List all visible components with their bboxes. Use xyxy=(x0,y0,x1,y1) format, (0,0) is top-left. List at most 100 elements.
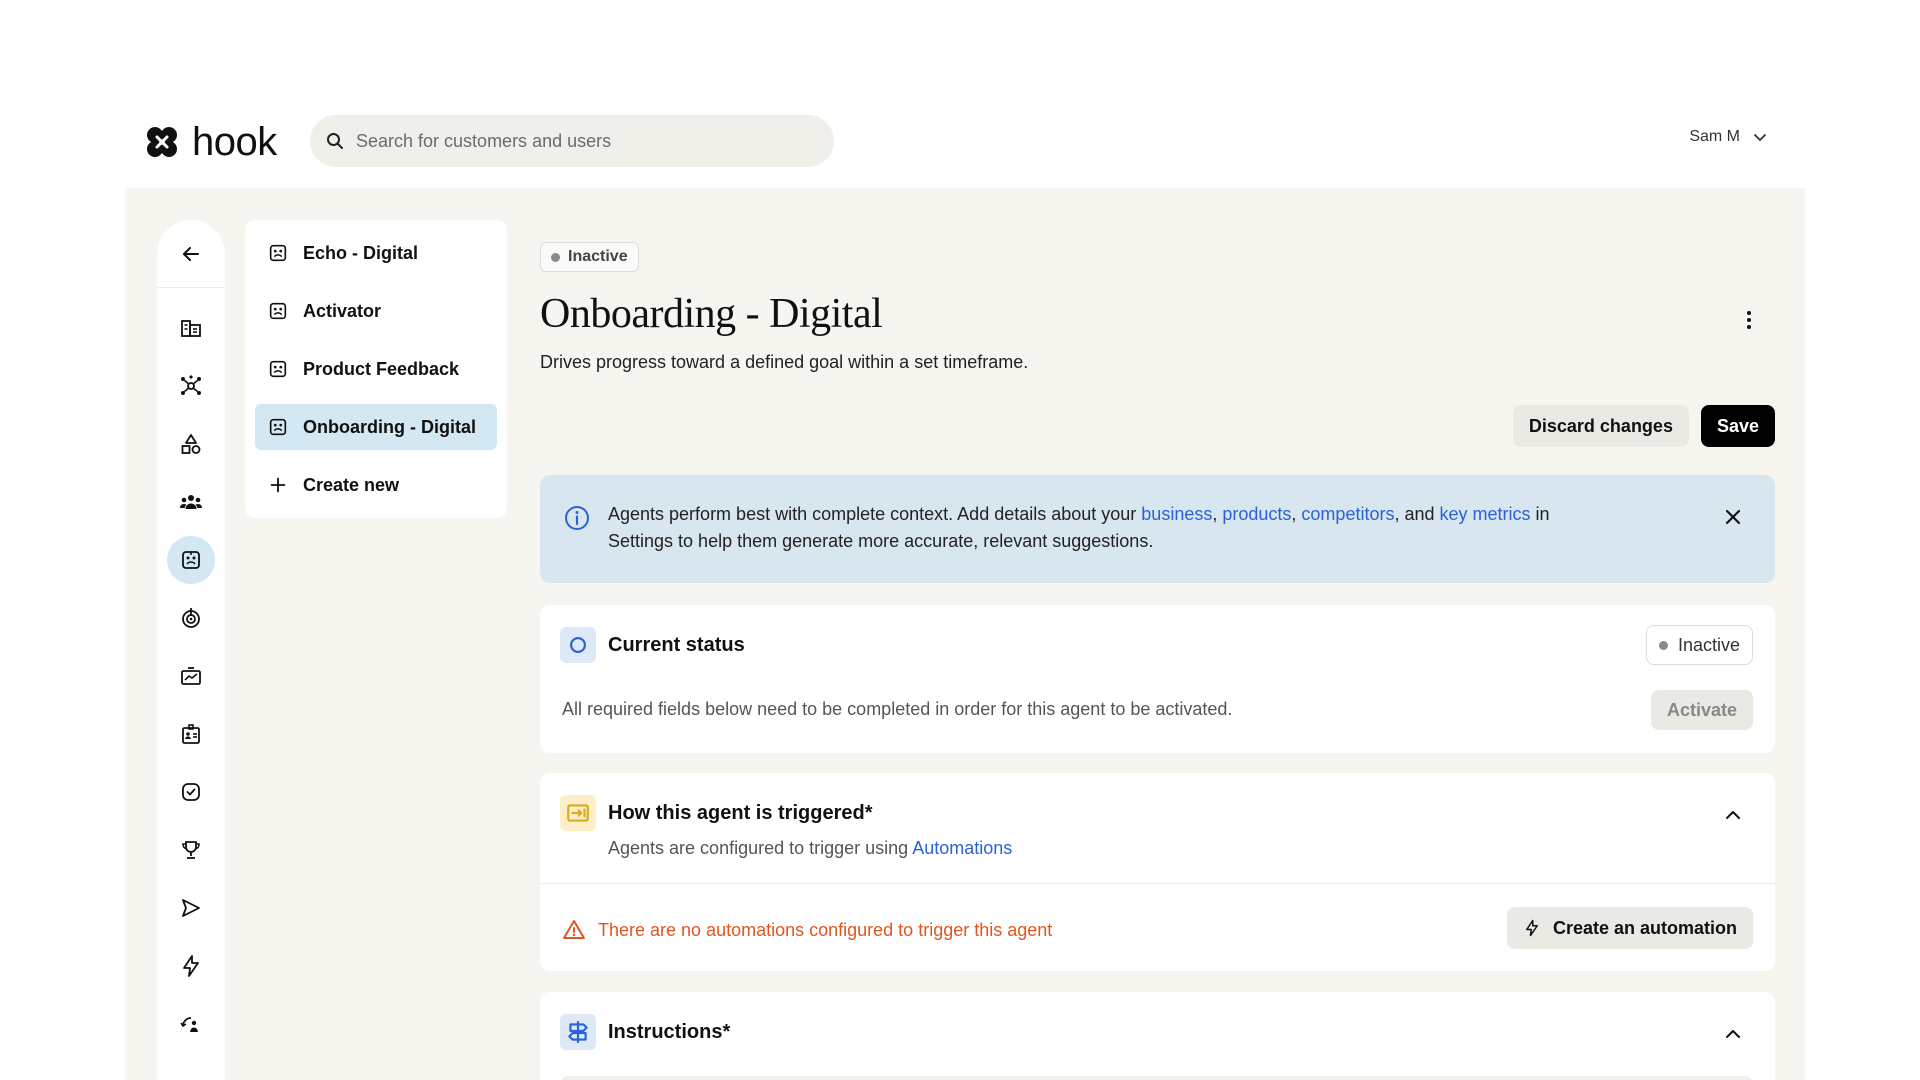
create-automation-button[interactable]: Create an automation xyxy=(1506,907,1753,949)
refresh-person-icon xyxy=(180,1017,198,1032)
current-status-title: Current status xyxy=(608,634,745,656)
discard-changes-button[interactable]: Discard changes xyxy=(1512,405,1689,447)
trigger-card: How this agent is triggered* Agents are … xyxy=(540,773,1775,971)
banner-text-part: , and xyxy=(1394,504,1440,524)
banner-text-part: Settings to help them generate more accu… xyxy=(608,531,1154,551)
agent-item-label: Echo - Digital xyxy=(303,242,419,263)
plus-icon xyxy=(270,477,286,493)
nav-sync[interactable] xyxy=(167,1000,215,1048)
current-status-description: All required fields below need to be com… xyxy=(562,699,1233,719)
create-new-label: Create new xyxy=(303,474,400,495)
app-logo[interactable]: hook xyxy=(144,120,277,164)
warning-icon xyxy=(563,920,585,939)
accounts-icon xyxy=(181,320,201,337)
no-automations-warning: There are no automations configured to t… xyxy=(562,918,1052,942)
close-banner-icon[interactable] xyxy=(1723,507,1743,527)
nav-accounts[interactable] xyxy=(167,304,215,352)
lightning-icon xyxy=(1525,919,1538,937)
page-actions: Discard changes Save xyxy=(1512,405,1775,447)
create-new-agent-button[interactable]: Create new xyxy=(255,462,497,508)
instructions-card: Instructions* xyxy=(540,992,1775,1080)
agent-item-label: Onboarding - Digital xyxy=(303,416,476,437)
agent-icon xyxy=(182,551,200,569)
nav-agents[interactable] xyxy=(167,536,215,584)
trophy-icon xyxy=(182,841,200,859)
agent-icon xyxy=(269,244,287,262)
contact-card-icon xyxy=(182,724,200,744)
nav-rail xyxy=(157,220,225,1080)
trigger-enter-icon xyxy=(567,804,589,822)
status-dot xyxy=(1658,640,1668,650)
back-button[interactable] xyxy=(157,220,225,288)
page-subtitle: Drives progress toward a defined goal wi… xyxy=(540,352,1029,372)
warning-text: There are no automations configured to t… xyxy=(598,919,1053,940)
back-arrow-icon xyxy=(183,246,199,261)
chevron-up-icon[interactable] xyxy=(1723,805,1743,825)
signpost-icon xyxy=(568,1021,588,1043)
lightning-icon xyxy=(183,955,199,977)
app-name: hook xyxy=(192,119,277,164)
more-options-button[interactable] xyxy=(1737,308,1761,332)
agent-item-onboarding-digital[interactable]: Onboarding - Digital xyxy=(255,404,497,450)
key-metrics-link[interactable]: key metrics xyxy=(1440,504,1531,524)
products-link[interactable]: products xyxy=(1222,504,1291,524)
page-title: Onboarding - Digital xyxy=(540,291,883,337)
search-input[interactable] xyxy=(356,130,796,152)
nav-target[interactable] xyxy=(167,594,215,642)
trigger-subtitle: Agents are configured to trigger using A… xyxy=(608,838,1012,859)
banner-text-part: , xyxy=(1212,504,1223,524)
current-status-badge: Inactive xyxy=(1645,625,1753,665)
instructions-textarea[interactable] xyxy=(560,1076,1753,1080)
hook-logo-icon xyxy=(147,127,177,157)
nav-people[interactable] xyxy=(167,478,215,526)
banner-text: Agents perform best with complete contex… xyxy=(608,501,1675,555)
nav-analytics[interactable] xyxy=(167,652,215,700)
nav-automations[interactable] xyxy=(167,942,215,990)
status-dot xyxy=(551,252,560,262)
competitors-link[interactable]: competitors xyxy=(1301,504,1394,524)
nav-shapes[interactable] xyxy=(167,420,215,468)
agent-item-activator[interactable]: Activator xyxy=(255,288,497,334)
trigger-divider xyxy=(540,883,1775,884)
activate-button[interactable]: Activate xyxy=(1650,690,1753,730)
user-name: Sam M xyxy=(1689,128,1740,145)
nav-contacts[interactable] xyxy=(167,710,215,758)
nav-send[interactable] xyxy=(167,884,215,932)
chevron-up-icon[interactable] xyxy=(1723,1024,1743,1044)
instructions-title: Instructions* xyxy=(608,1021,731,1043)
banner-text-part: in xyxy=(1530,504,1550,524)
agent-item-product-feedback[interactable]: Product Feedback xyxy=(255,346,497,392)
agent-item-echo-digital[interactable]: Echo - Digital xyxy=(255,230,497,276)
save-button[interactable]: Save xyxy=(1700,405,1775,447)
info-icon xyxy=(565,506,589,530)
agents-list: Echo - Digital Activator Product Feedbac… xyxy=(245,220,507,518)
nav-goals[interactable] xyxy=(167,826,215,874)
automations-link[interactable]: Automations xyxy=(912,838,1012,858)
agent-item-label: Activator xyxy=(303,300,382,321)
analytics-icon xyxy=(181,667,201,685)
status-badge: Inactive xyxy=(540,242,639,272)
agent-icon xyxy=(269,360,287,378)
main-area: Echo - Digital Activator Product Feedbac… xyxy=(125,188,1805,1080)
status-circle-icon xyxy=(570,637,586,653)
chevron-down-icon xyxy=(1754,134,1766,141)
nav-network[interactable] xyxy=(167,362,215,410)
trigger-subtitle-text: Agents are configured to trigger using xyxy=(608,838,913,858)
context-info-banner: Agents perform best with complete contex… xyxy=(540,475,1775,583)
agent-icon xyxy=(269,418,287,436)
shapes-icon xyxy=(181,434,201,454)
nav-tasks[interactable] xyxy=(167,768,215,816)
business-link[interactable]: business xyxy=(1141,504,1212,524)
trigger-icon-wrap xyxy=(560,795,596,831)
agent-item-label: Product Feedback xyxy=(303,358,460,379)
instructions-icon-wrap xyxy=(560,1014,596,1050)
banner-text-part: Agents perform best with complete contex… xyxy=(608,504,1142,524)
create-automation-label: Create an automation xyxy=(1552,917,1737,938)
search-icon xyxy=(327,133,343,149)
banner-text-part: , xyxy=(1291,504,1302,524)
user-menu[interactable]: Sam M xyxy=(1689,128,1768,146)
people-icon xyxy=(180,495,202,509)
current-status-card: Current status Inactive All required fie… xyxy=(540,605,1775,753)
search-bar[interactable] xyxy=(310,115,834,167)
kebab-menu-icon xyxy=(1747,311,1751,329)
